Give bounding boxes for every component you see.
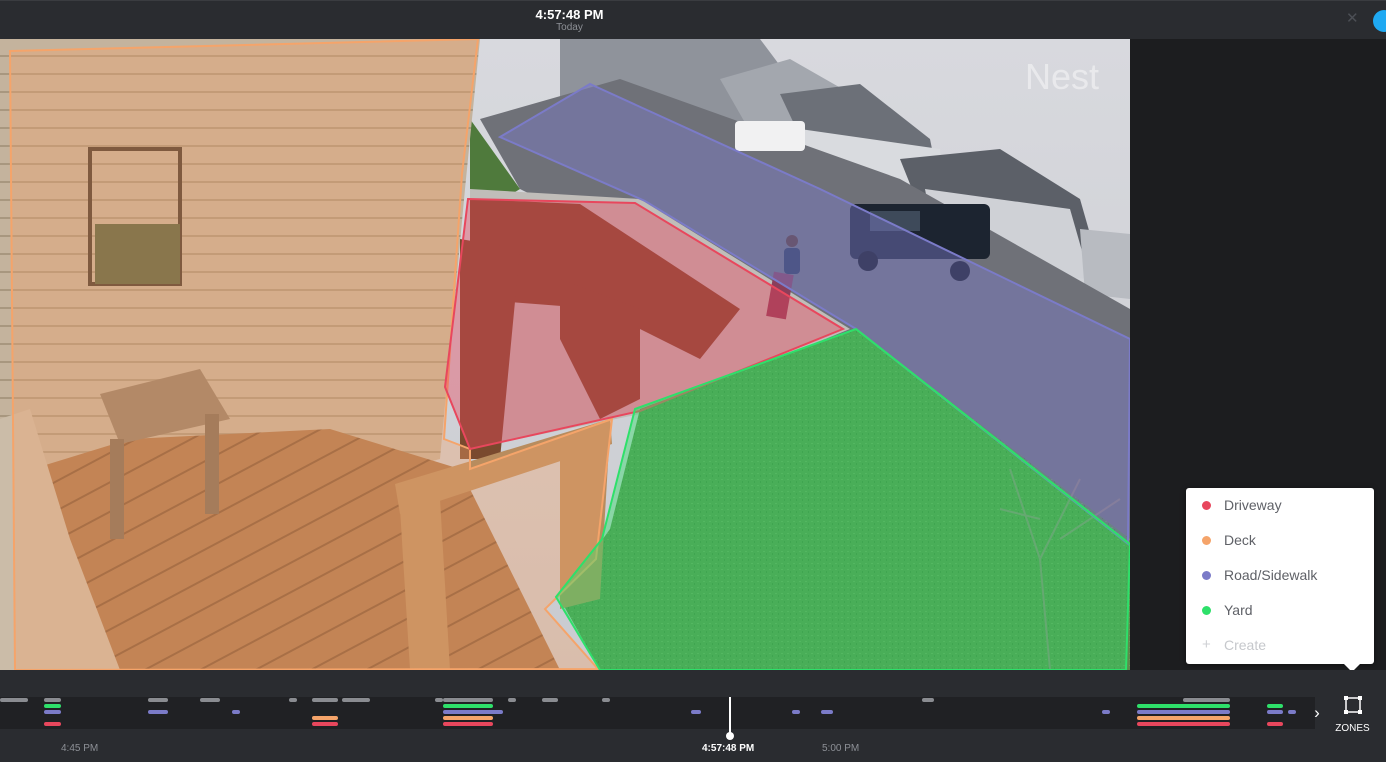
current-day: Today: [556, 22, 583, 33]
zone-option-label: Driveway: [1224, 497, 1282, 513]
deck-dot-icon: [1202, 536, 1211, 545]
timeline-event-road[interactable]: [1267, 710, 1283, 714]
timeline-event-motion[interactable]: [508, 698, 516, 702]
timeline[interactable]: 4:45 PM 4:57:48 PM 5:00 PM › ZONES: [0, 670, 1386, 762]
timeline-event-driveway[interactable]: [1137, 722, 1230, 726]
live-indicator-icon[interactable]: [1373, 10, 1386, 32]
timeline-event-road[interactable]: [1102, 710, 1110, 714]
timeline-current-label: 4:57:48 PM: [702, 743, 755, 754]
road-sidewalk-dot-icon: [1202, 571, 1211, 580]
zone-option-deck[interactable]: Deck: [1186, 523, 1374, 558]
yard-dot-icon: [1202, 606, 1211, 615]
timeline-event-yard[interactable]: [44, 704, 61, 708]
create-zone-button[interactable]: + Create: [1186, 628, 1374, 663]
timeline-event-road[interactable]: [1137, 710, 1230, 714]
timeline-event-road[interactable]: [148, 710, 168, 714]
timeline-next-icon[interactable]: ›: [1309, 702, 1325, 724]
zone-option-label: Deck: [1224, 532, 1256, 548]
timeline-event-road[interactable]: [44, 710, 61, 714]
zone-option-yard[interactable]: Yard: [1186, 593, 1374, 628]
timeline-playhead-knob[interactable]: [726, 732, 734, 740]
timeline-event-driveway[interactable]: [44, 722, 61, 726]
zones-button[interactable]: ZONES: [1330, 692, 1375, 738]
timeline-event-road[interactable]: [443, 710, 503, 714]
timeline-event-deck[interactable]: [1137, 716, 1230, 720]
zones-icon: [1344, 696, 1362, 714]
close-icon[interactable]: ✕: [1346, 9, 1359, 27]
timeline-playhead[interactable]: [729, 697, 731, 735]
current-time: 4:57:48 PM: [535, 7, 604, 22]
zone-option-label: Yard: [1224, 602, 1253, 618]
timeline-event-yard[interactable]: [1137, 704, 1230, 708]
timeline-event-motion[interactable]: [1183, 698, 1230, 702]
timeline-event-motion[interactable]: [542, 698, 558, 702]
timeline-label: 4:45 PM: [61, 743, 99, 754]
timeline-event-motion[interactable]: [342, 698, 370, 702]
zones-button-label: ZONES: [1335, 723, 1370, 734]
timeline-event-deck[interactable]: [312, 716, 338, 720]
timeline-event-driveway[interactable]: [443, 722, 493, 726]
white-truck: [735, 121, 805, 151]
driveway-dot-icon: [1202, 501, 1211, 510]
camera-video: Nest: [0, 39, 1130, 670]
timeline-event-motion[interactable]: [148, 698, 168, 702]
zone-option-label: Road/Sidewalk: [1224, 567, 1318, 583]
timeline-event-yard[interactable]: [1267, 704, 1283, 708]
timeline-event-motion[interactable]: [312, 698, 338, 702]
zones-menu: Driveway Deck Road/Sidewalk Yard + Creat…: [1186, 488, 1374, 672]
zone-option-driveway[interactable]: Driveway: [1186, 488, 1374, 523]
timeline-event-motion[interactable]: [200, 698, 220, 702]
timeline-event-motion[interactable]: [922, 698, 934, 702]
timeline-event-road[interactable]: [1288, 710, 1296, 714]
timeline-event-driveway[interactable]: [1267, 722, 1283, 726]
timeline-event-motion[interactable]: [602, 698, 610, 702]
timeline-event-deck[interactable]: [443, 716, 493, 720]
timeline-event-driveway[interactable]: [312, 722, 338, 726]
timeline-event-motion[interactable]: [435, 698, 443, 702]
timeline-track[interactable]: [0, 697, 1315, 729]
timeline-event-motion[interactable]: [0, 698, 28, 702]
create-zone-label: Create: [1224, 637, 1267, 653]
timeline-event-road[interactable]: [691, 710, 701, 714]
timeline-event-motion[interactable]: [44, 698, 61, 702]
timeline-event-road[interactable]: [232, 710, 240, 714]
timeline-event-road[interactable]: [792, 710, 800, 714]
nest-watermark: Nest: [1025, 56, 1099, 97]
timeline-event-motion[interactable]: [289, 698, 297, 702]
timeline-event-yard[interactable]: [443, 704, 493, 708]
zone-option-road-sidewalk[interactable]: Road/Sidewalk: [1186, 558, 1374, 593]
timeline-event-motion[interactable]: [443, 698, 493, 702]
timeline-event-road[interactable]: [821, 710, 833, 714]
timeline-label: 5:00 PM: [822, 743, 860, 754]
top-bar: 4:57:48 PM Today ✕: [0, 0, 1386, 39]
plus-icon: +: [1202, 636, 1211, 653]
